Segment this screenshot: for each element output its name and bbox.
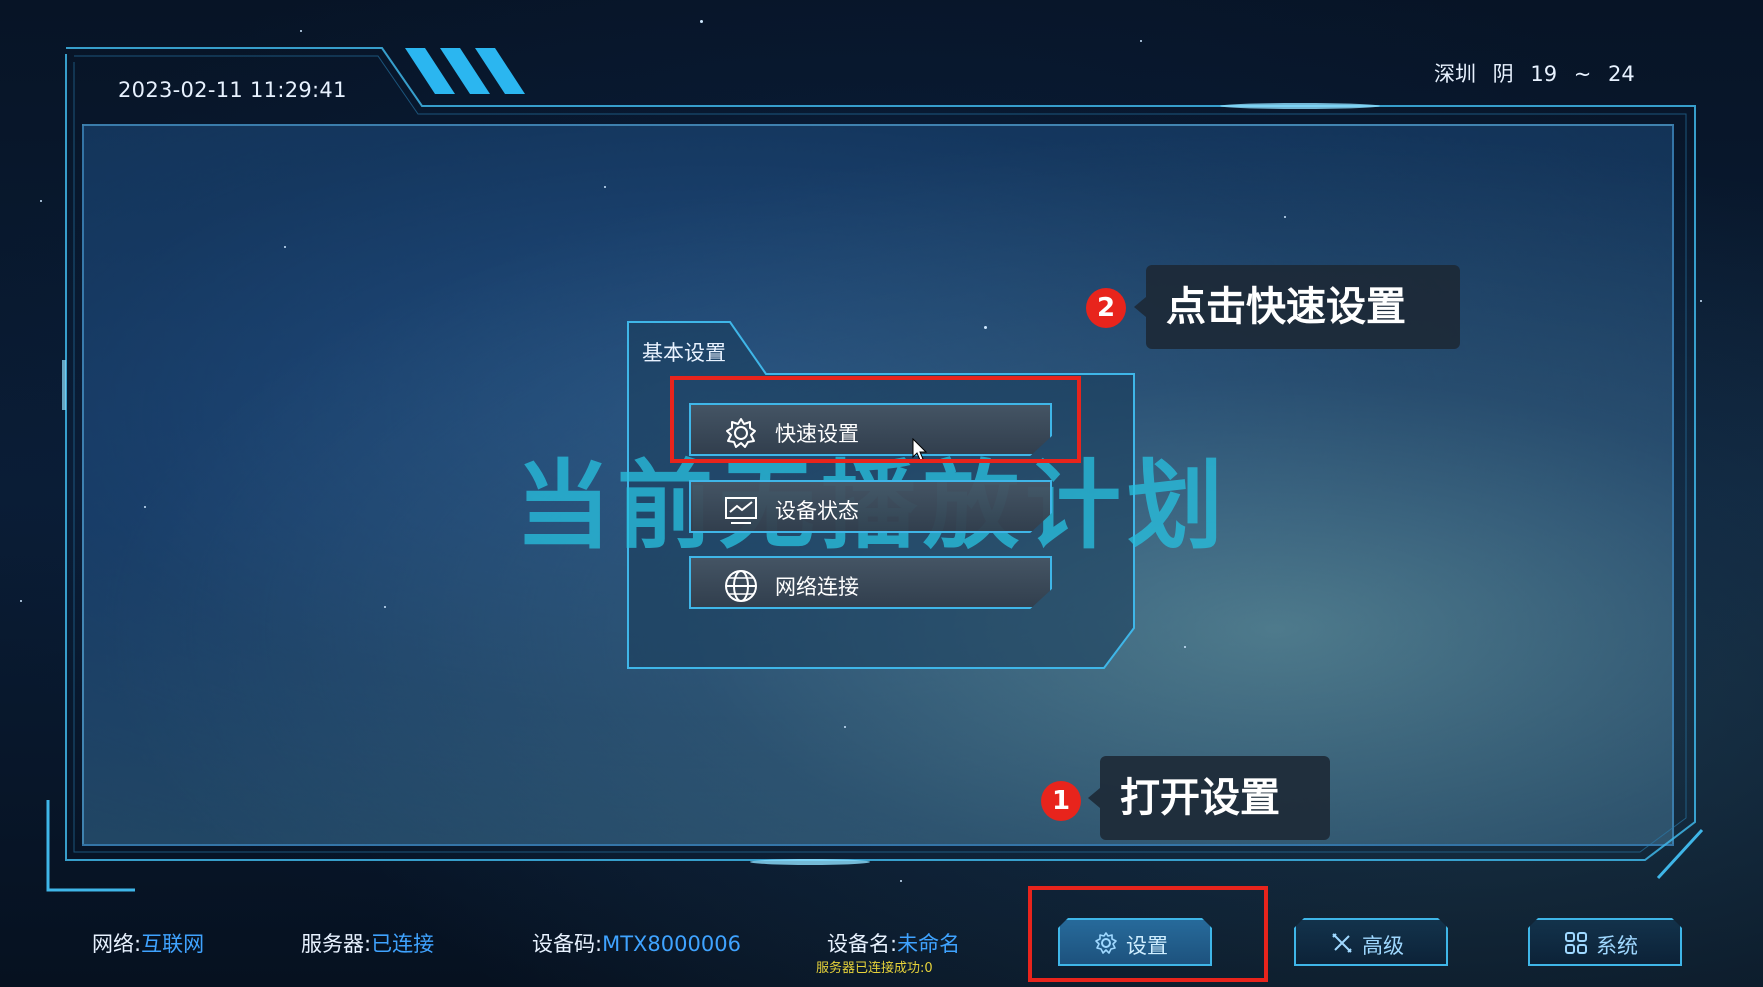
step-1-marker: 1 xyxy=(1041,781,1081,821)
star xyxy=(700,20,703,23)
device-code-label: 设备码: xyxy=(532,932,603,956)
step-2-marker: 2 xyxy=(1086,288,1126,328)
star xyxy=(1700,300,1702,302)
highlight-box-quick-settings xyxy=(670,376,1081,463)
step-1-callout: 打开设置 xyxy=(1088,756,1330,840)
device-code: 设备码:MTX8000006 xyxy=(532,928,741,958)
menu-tab-basic-settings[interactable]: 基本设置 xyxy=(642,337,726,367)
star xyxy=(40,200,42,202)
server-status-value: 已连接 xyxy=(371,932,435,956)
grid-icon xyxy=(1564,931,1588,955)
advanced-button[interactable]: 高级 xyxy=(1294,918,1448,966)
menu-item-label: 设备状态 xyxy=(775,499,859,523)
star xyxy=(604,186,606,188)
device-name-label: 设备名: xyxy=(827,932,898,956)
star xyxy=(144,506,146,508)
advanced-button-label: 高级 xyxy=(1362,934,1404,958)
star xyxy=(900,880,902,882)
menu-item-network-connection[interactable]: 网络连接 xyxy=(689,556,1052,609)
app-stage: 2023-02-11 11:29:41 深圳 阴 19 ~ 24 当前无播放计划… xyxy=(0,0,1763,987)
device-name-value: 未命名 xyxy=(897,932,961,956)
step-2-callout: 点击快速设置 xyxy=(1134,265,1460,349)
server-connection-message: 服务器已连接成功:0 xyxy=(816,961,933,976)
star xyxy=(844,726,846,728)
menu-item-device-status[interactable]: 设备状态 xyxy=(689,480,1052,533)
datetime-display: 2023-02-11 11:29:41 xyxy=(118,78,347,102)
network-status: 网络:互联网 xyxy=(92,928,204,958)
system-button-label: 系统 xyxy=(1596,934,1638,958)
star xyxy=(984,326,987,329)
globe-icon xyxy=(725,570,757,602)
device-code-value: MTX8000006 xyxy=(602,932,741,956)
device-name: 设备名:未命名 xyxy=(827,928,960,958)
star xyxy=(300,30,302,32)
settings-button-label: 设置 xyxy=(1126,934,1168,958)
tools-icon xyxy=(1330,931,1354,955)
star xyxy=(1284,216,1286,218)
settings-button[interactable]: 设置 xyxy=(1058,918,1212,966)
star xyxy=(284,246,286,248)
system-button[interactable]: 系统 xyxy=(1528,918,1682,966)
server-status-label: 服务器: xyxy=(301,932,372,956)
star xyxy=(384,606,386,608)
star xyxy=(20,600,22,602)
star xyxy=(1140,40,1142,42)
weather-display: 深圳 阴 19 ~ 24 xyxy=(1434,62,1635,86)
star xyxy=(1184,646,1186,648)
network-status-label: 网络: xyxy=(92,932,142,956)
network-status-value: 互联网 xyxy=(141,932,205,956)
gear-icon xyxy=(1094,931,1118,955)
monitor-icon xyxy=(725,497,757,524)
menu-item-label: 网络连接 xyxy=(775,575,859,599)
server-status: 服务器:已连接 xyxy=(301,928,434,958)
